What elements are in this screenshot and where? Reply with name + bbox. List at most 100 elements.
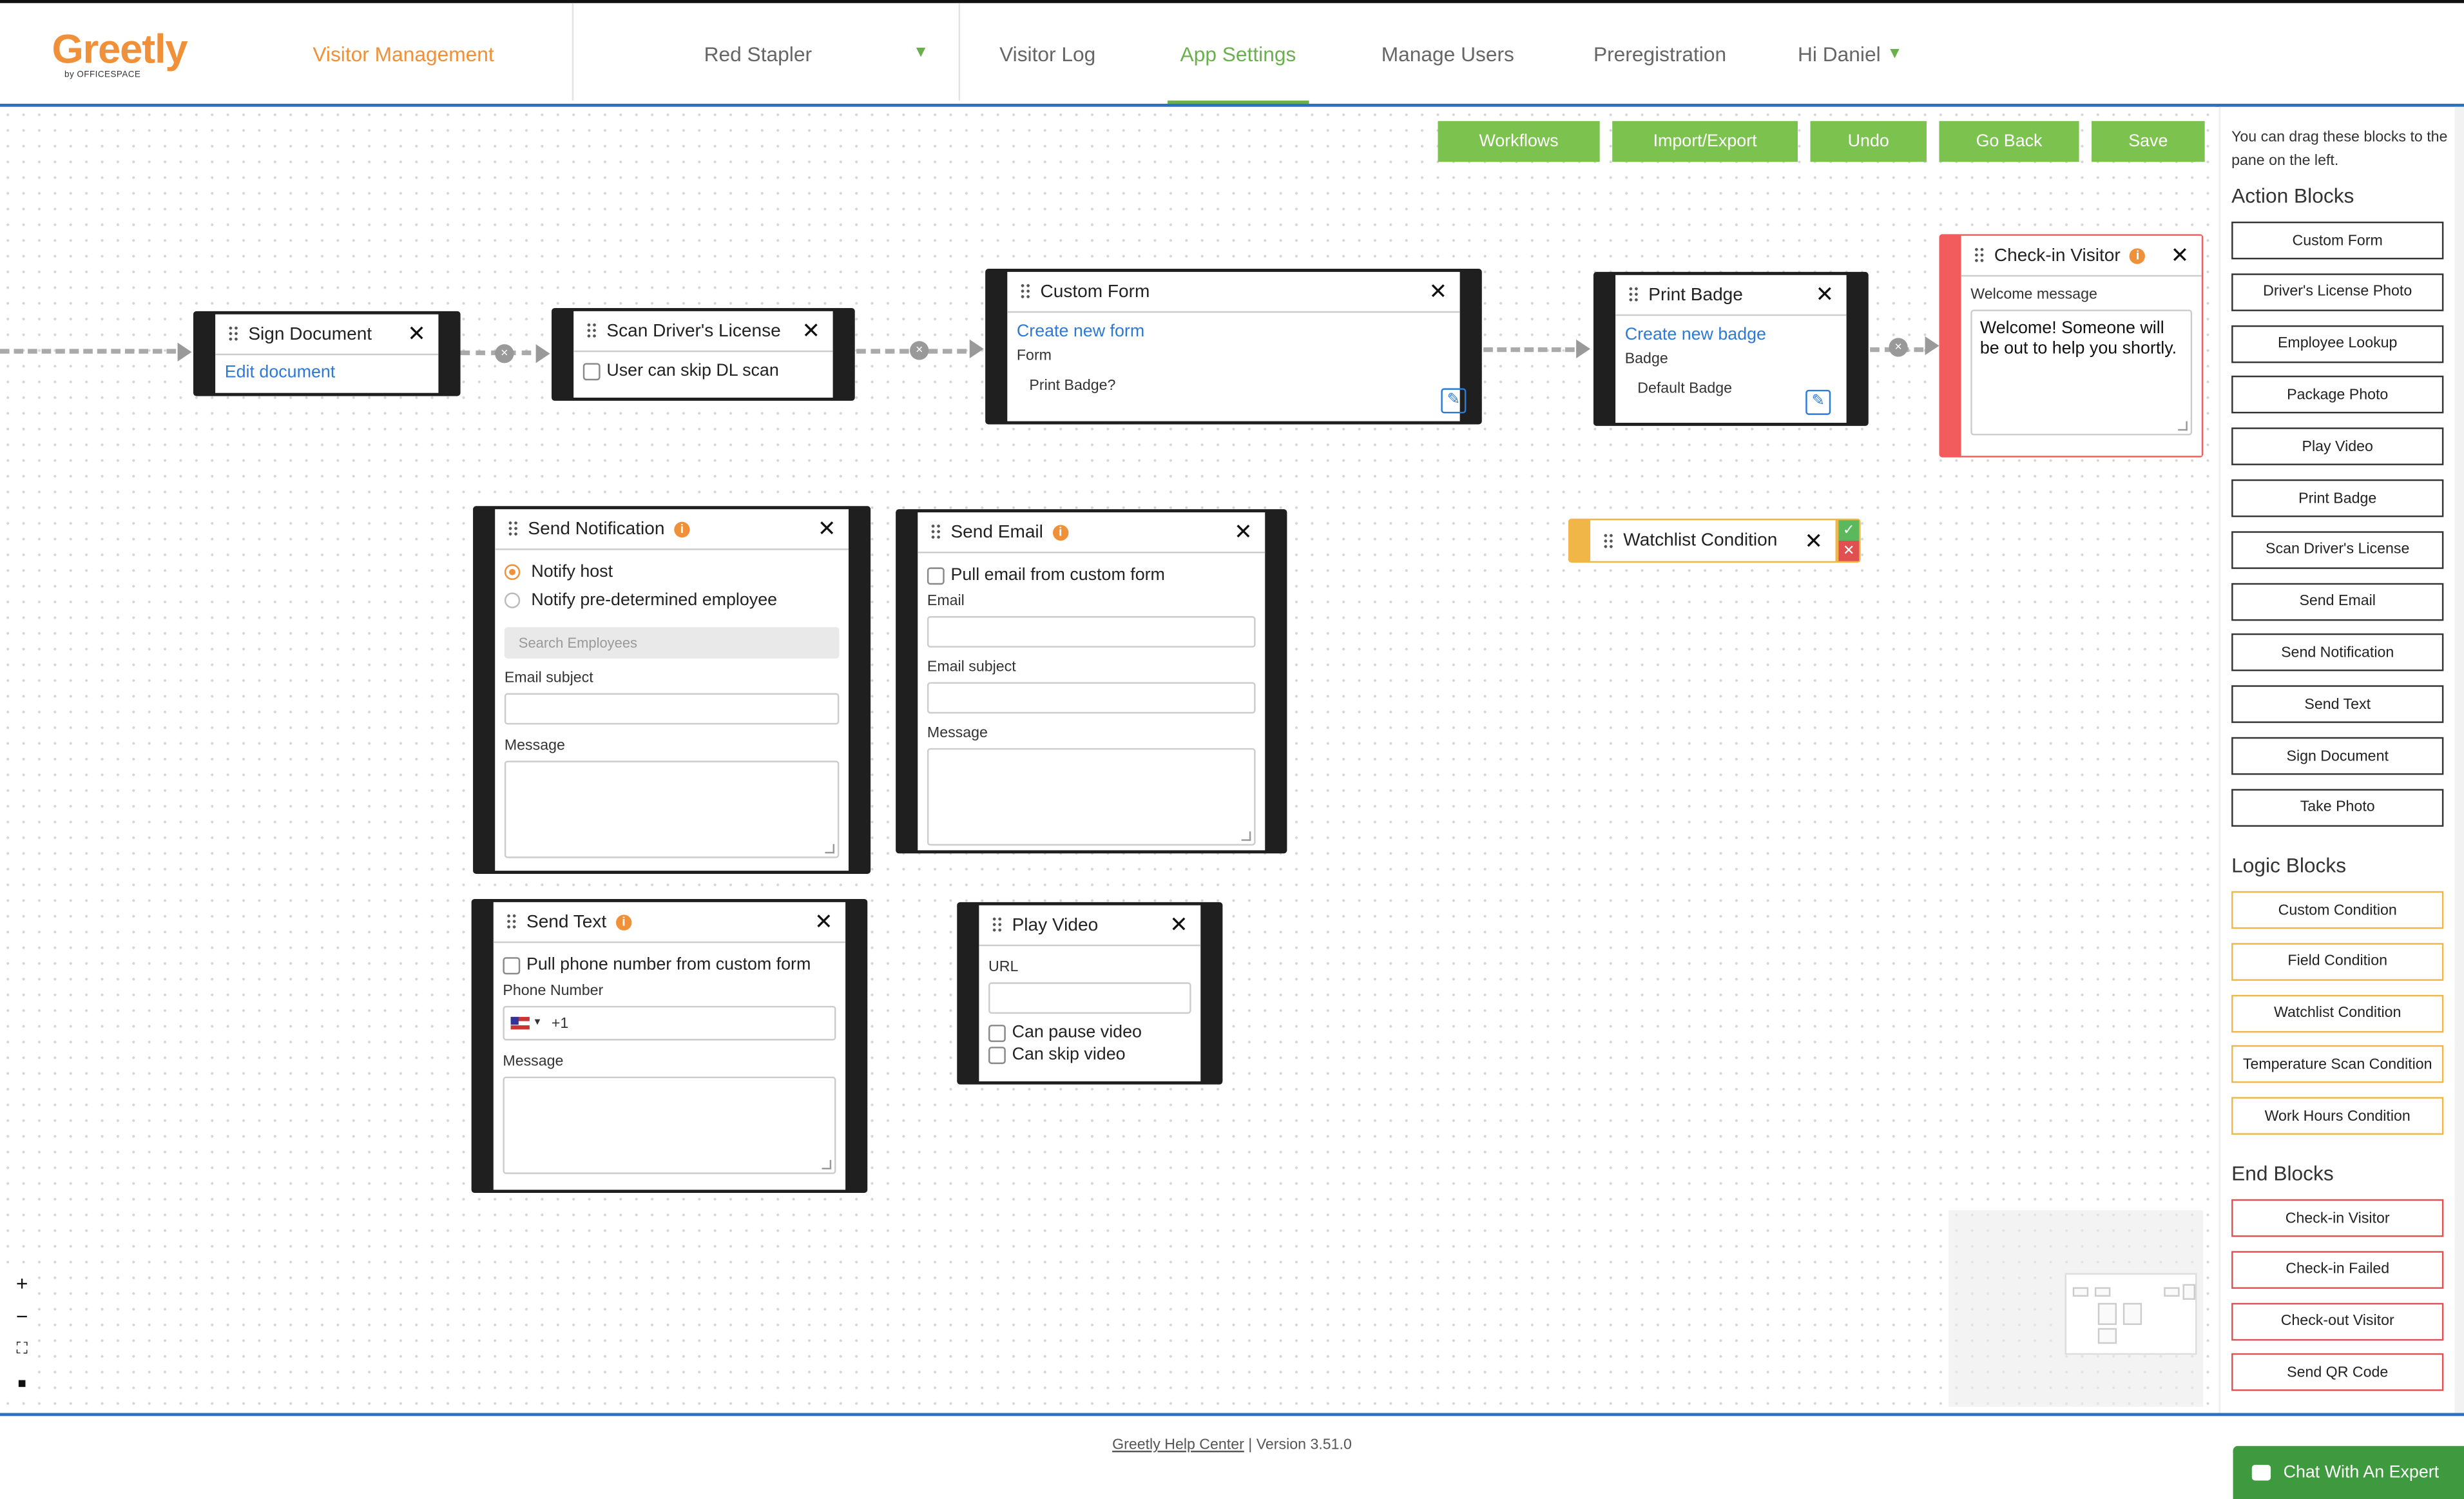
close-icon[interactable]: ✕ (407, 322, 426, 344)
pull-email-option[interactable]: Pull email from custom form (918, 553, 1265, 589)
edit-icon[interactable]: ✎ (1441, 388, 1467, 414)
edit-icon[interactable]: ✎ (1805, 389, 1831, 415)
info-icon[interactable]: i (2130, 247, 2146, 264)
welcome-message-textarea[interactable]: Welcome! Someone will be out to help you… (1970, 309, 2193, 436)
block-header[interactable]: Watchlist Condition ✕ (1590, 520, 1835, 561)
palette-item[interactable]: Temperature Scan Condition (2231, 1045, 2444, 1084)
block-header[interactable]: Play Video ✕ (979, 905, 1201, 947)
checkin-visitor-block[interactable]: Check-in Visitor i ✕ Welcome message Welco… (1939, 234, 2204, 458)
drag-handle-icon[interactable] (1628, 285, 1639, 304)
can-pause-option[interactable]: Can pause video (979, 1017, 1200, 1043)
palette-item[interactable]: Custom Condition (2231, 891, 2444, 929)
drag-handle-icon[interactable] (930, 523, 941, 541)
minimap-viewport[interactable] (2065, 1273, 2197, 1355)
play-video-block[interactable]: Play Video ✕ URL Can pause video Can skip… (957, 902, 1223, 1085)
drag-handle-icon[interactable] (507, 520, 519, 538)
chat-with-expert-button[interactable]: Chat With An Expert (2233, 1446, 2464, 1499)
create-new-badge-link[interactable]: Create new badge (1615, 316, 1847, 347)
block-header[interactable]: Send Email i ✕ (918, 512, 1266, 554)
close-icon[interactable]: ✕ (1815, 283, 1834, 305)
undo-button[interactable]: Undo (1810, 121, 1927, 162)
drag-handle-icon[interactable] (1603, 532, 1614, 550)
remove-edge-icon[interactable]: × (1889, 338, 1908, 357)
close-icon[interactable]: ✕ (818, 517, 836, 539)
drag-handle-icon[interactable] (1019, 282, 1031, 300)
palette-item[interactable]: Check-in Visitor (2231, 1199, 2444, 1237)
pull-phone-option[interactable]: Pull phone number from custom form (494, 943, 845, 979)
form-select[interactable]: Print Badge? (1016, 371, 1407, 403)
notify-host-option[interactable]: Notify host (495, 550, 849, 586)
remove-edge-icon[interactable]: × (495, 344, 514, 363)
block-header[interactable]: Sign Document ✕ (215, 314, 439, 356)
checkbox[interactable] (927, 566, 945, 585)
palette-item[interactable]: Check-out Visitor (2231, 1302, 2444, 1340)
drag-handle-icon[interactable] (227, 325, 239, 343)
zoom-in-icon[interactable]: + (6, 1267, 38, 1300)
create-new-form-link[interactable]: Create new form (1007, 313, 1459, 344)
chevron-down-icon[interactable]: ▼ (533, 1018, 543, 1028)
notify-employee-option[interactable]: Notify pre-determined employee (495, 586, 849, 615)
info-icon[interactable]: i (1052, 524, 1068, 540)
badge-select[interactable]: Default Badge (1624, 374, 1789, 406)
nav-visitor-log[interactable]: Visitor Log (999, 3, 1095, 104)
close-icon[interactable]: ✕ (802, 319, 820, 341)
palette-item[interactable]: Scan Driver's License (2231, 530, 2444, 569)
edit-document-link[interactable]: Edit document (215, 355, 438, 385)
checkbox[interactable] (503, 956, 521, 974)
palette-item[interactable]: Print Badge (2231, 479, 2444, 517)
location-select[interactable]: Red Stapler (704, 3, 812, 104)
palette-item[interactable]: Employee Lookup (2231, 324, 2444, 363)
close-icon[interactable]: ✕ (1234, 520, 1253, 542)
save-button[interactable]: Save (2092, 121, 2205, 162)
greetly-logo[interactable]: Greetly by OFFICESPACE (52, 25, 188, 80)
us-flag-icon[interactable] (510, 1016, 530, 1030)
palette-item[interactable]: Work Hours Condition (2231, 1097, 2444, 1136)
nav-preregistration[interactable]: Preregistration (1593, 3, 1726, 104)
fit-view-icon[interactable]: ⛶ (6, 1333, 38, 1366)
block-header[interactable]: Custom Form ✕ (1007, 272, 1460, 313)
palette-item[interactable]: Package Photo (2231, 376, 2444, 414)
radio-selected[interactable] (504, 564, 521, 580)
block-header[interactable]: Send Notification i ✕ (495, 509, 849, 550)
lock-icon[interactable]: ■ (6, 1366, 38, 1398)
remove-edge-icon[interactable]: × (910, 341, 929, 360)
email-subject-input[interactable] (927, 682, 1256, 714)
url-input[interactable] (988, 982, 1191, 1014)
radio[interactable] (504, 592, 521, 608)
close-icon[interactable]: ✕ (2171, 244, 2190, 266)
go-back-button[interactable]: Go Back (1939, 121, 2079, 162)
panel-scrollbar[interactable] (2454, 106, 2464, 1415)
workflows-button[interactable]: Workflows (1438, 121, 1600, 162)
close-icon[interactable]: ✕ (1804, 530, 1823, 552)
block-header[interactable]: Scan Driver's License ✕ (573, 311, 833, 353)
skip-dl-option[interactable]: User can skip DL scan (573, 352, 833, 385)
close-icon[interactable]: ✕ (1429, 280, 1448, 302)
email-subject-input[interactable] (504, 693, 840, 725)
watchlist-condition-block[interactable]: Watchlist Condition ✕ ✓ ✕ (1568, 518, 1861, 563)
custom-form-block[interactable]: Custom Form ✕ Create new form Form Print … (985, 269, 1482, 425)
block-header[interactable]: Print Badge ✕ (1615, 275, 1847, 316)
drag-handle-icon[interactable] (1974, 246, 1985, 264)
block-header[interactable]: Send Text i ✕ (493, 902, 846, 943)
palette-item[interactable]: Play Video (2231, 427, 2444, 466)
send-email-block[interactable]: Send Email i ✕ Pull email from custom form… (896, 509, 1287, 854)
email-input[interactable] (927, 616, 1256, 648)
close-icon[interactable]: ✕ (1838, 540, 1860, 561)
print-badge-block[interactable]: Print Badge ✕ Create new badge Badge Defa… (1593, 271, 1869, 426)
palette-item[interactable]: Send Text (2231, 685, 2444, 724)
send-text-block[interactable]: Send Text i ✕ Pull phone number from custo… (471, 898, 868, 1194)
scan-drivers-license-block[interactable]: Scan Driver's License ✕ User can skip DL … (552, 308, 855, 401)
minimap[interactable] (1949, 1210, 2204, 1407)
palette-item[interactable]: Send QR Code (2231, 1353, 2444, 1392)
info-icon[interactable]: i (615, 914, 632, 930)
sign-document-block[interactable]: Sign Document ✕ Edit document (193, 311, 461, 396)
checkbox[interactable] (988, 1023, 1006, 1041)
send-notification-block[interactable]: Send Notification i ✕ Notify host Notify p… (473, 506, 871, 874)
drag-handle-icon[interactable] (586, 322, 597, 340)
import-export-button[interactable]: Import/Export (1612, 121, 1798, 162)
palette-item[interactable]: Send Notification (2231, 633, 2444, 672)
message-textarea[interactable] (504, 760, 840, 858)
drag-handle-icon[interactable] (506, 913, 517, 931)
check-icon[interactable]: ✓ (1838, 520, 1860, 541)
nav-visitor-management[interactable]: Visitor Management (313, 3, 494, 104)
